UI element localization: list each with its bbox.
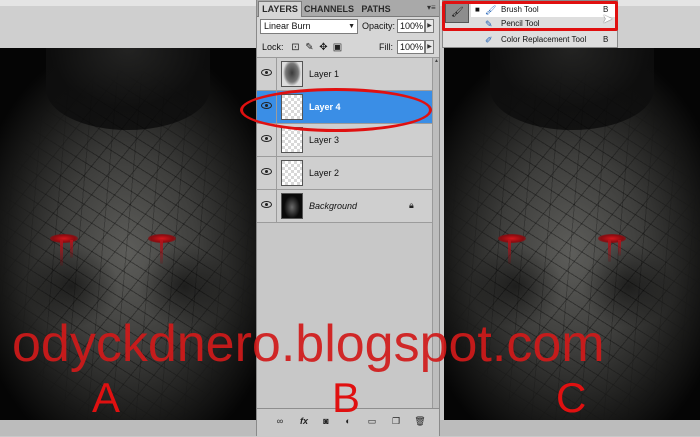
mask-icon[interactable]: ◙ xyxy=(319,415,333,427)
left-eye-blood xyxy=(498,234,526,243)
label-b: B xyxy=(332,374,361,421)
opacity-slider-arrow[interactable]: ▶ xyxy=(425,19,434,33)
layer-name: Layer 3 xyxy=(309,135,340,145)
new-layer-icon[interactable]: ❐ xyxy=(389,415,403,427)
opacity-input[interactable]: 100% xyxy=(397,19,425,33)
left-eye-blood xyxy=(50,234,78,243)
layer-name: Layer 2 xyxy=(309,168,340,178)
fill-input[interactable]: 100% xyxy=(397,40,425,54)
layer-thumbnail xyxy=(281,160,303,186)
flyout-item-color-replacement-tool[interactable]: ✐ Color Replacement Tool B xyxy=(471,33,617,47)
layer-thumbnail xyxy=(281,193,303,219)
watermark-text: odyckdnero.blogspot.com xyxy=(12,315,605,373)
eye-visibility-icon[interactable] xyxy=(261,168,272,175)
lock-icon: 🔒︎ xyxy=(409,200,414,210)
eye-visibility-icon[interactable] xyxy=(261,69,272,76)
lock-label: Lock: xyxy=(262,42,284,52)
right-eye-blood xyxy=(598,234,626,243)
blend-mode-select[interactable]: Linear Burn ▼ xyxy=(260,19,358,34)
layer-row-background[interactable]: Background 🔒︎ xyxy=(257,190,432,223)
lock-all-icon[interactable]: ▣ xyxy=(332,42,343,53)
tab-layers[interactable]: LAYERS xyxy=(258,1,302,17)
opacity-label: Opacity: xyxy=(362,21,396,31)
scroll-up-icon[interactable]: ▲ xyxy=(433,58,440,67)
highlight-rectangle xyxy=(442,1,618,31)
tab-channels[interactable]: CHANNELS xyxy=(303,2,355,16)
fx-icon[interactable]: fx xyxy=(297,415,311,427)
lock-image-icon[interactable]: ✎ xyxy=(304,42,315,53)
layer-thumbnail xyxy=(281,61,303,87)
panel-menu-icon[interactable]: ▾≡ xyxy=(427,3,436,12)
layer-thumbnail xyxy=(281,127,303,153)
highlight-ellipse xyxy=(240,88,432,132)
tab-paths[interactable]: PATHS xyxy=(357,2,395,16)
panel-tabs: LAYERS CHANNELS PATHS ▾≡ xyxy=(257,0,439,17)
layer-name: Layer 1 xyxy=(309,69,340,79)
layer-row-layer-2[interactable]: Layer 2 xyxy=(257,157,432,190)
lock-position-icon[interactable]: ✥ xyxy=(318,42,329,53)
chevron-down-icon: ▼ xyxy=(348,23,355,30)
blend-mode-value: Linear Burn xyxy=(264,21,311,31)
lock-transparent-icon[interactable]: ⊡ xyxy=(290,42,301,53)
eye-visibility-icon[interactable] xyxy=(261,135,272,142)
color-replacement-icon: ✐ xyxy=(485,35,493,45)
label-a: A xyxy=(92,374,121,421)
layer-row-layer-1[interactable]: Layer 1 xyxy=(257,58,432,91)
eye-visibility-icon[interactable] xyxy=(261,201,272,208)
fill-label: Fill: xyxy=(379,42,393,52)
label-c: C xyxy=(556,374,587,421)
fill-slider-arrow[interactable]: ▶ xyxy=(425,40,434,54)
trash-icon[interactable]: 🗑︎ xyxy=(413,415,427,427)
link-icon[interactable]: ∞ xyxy=(273,415,287,427)
layer-name: Background xyxy=(309,201,358,211)
group-folder-icon[interactable]: ▭ xyxy=(365,415,379,427)
